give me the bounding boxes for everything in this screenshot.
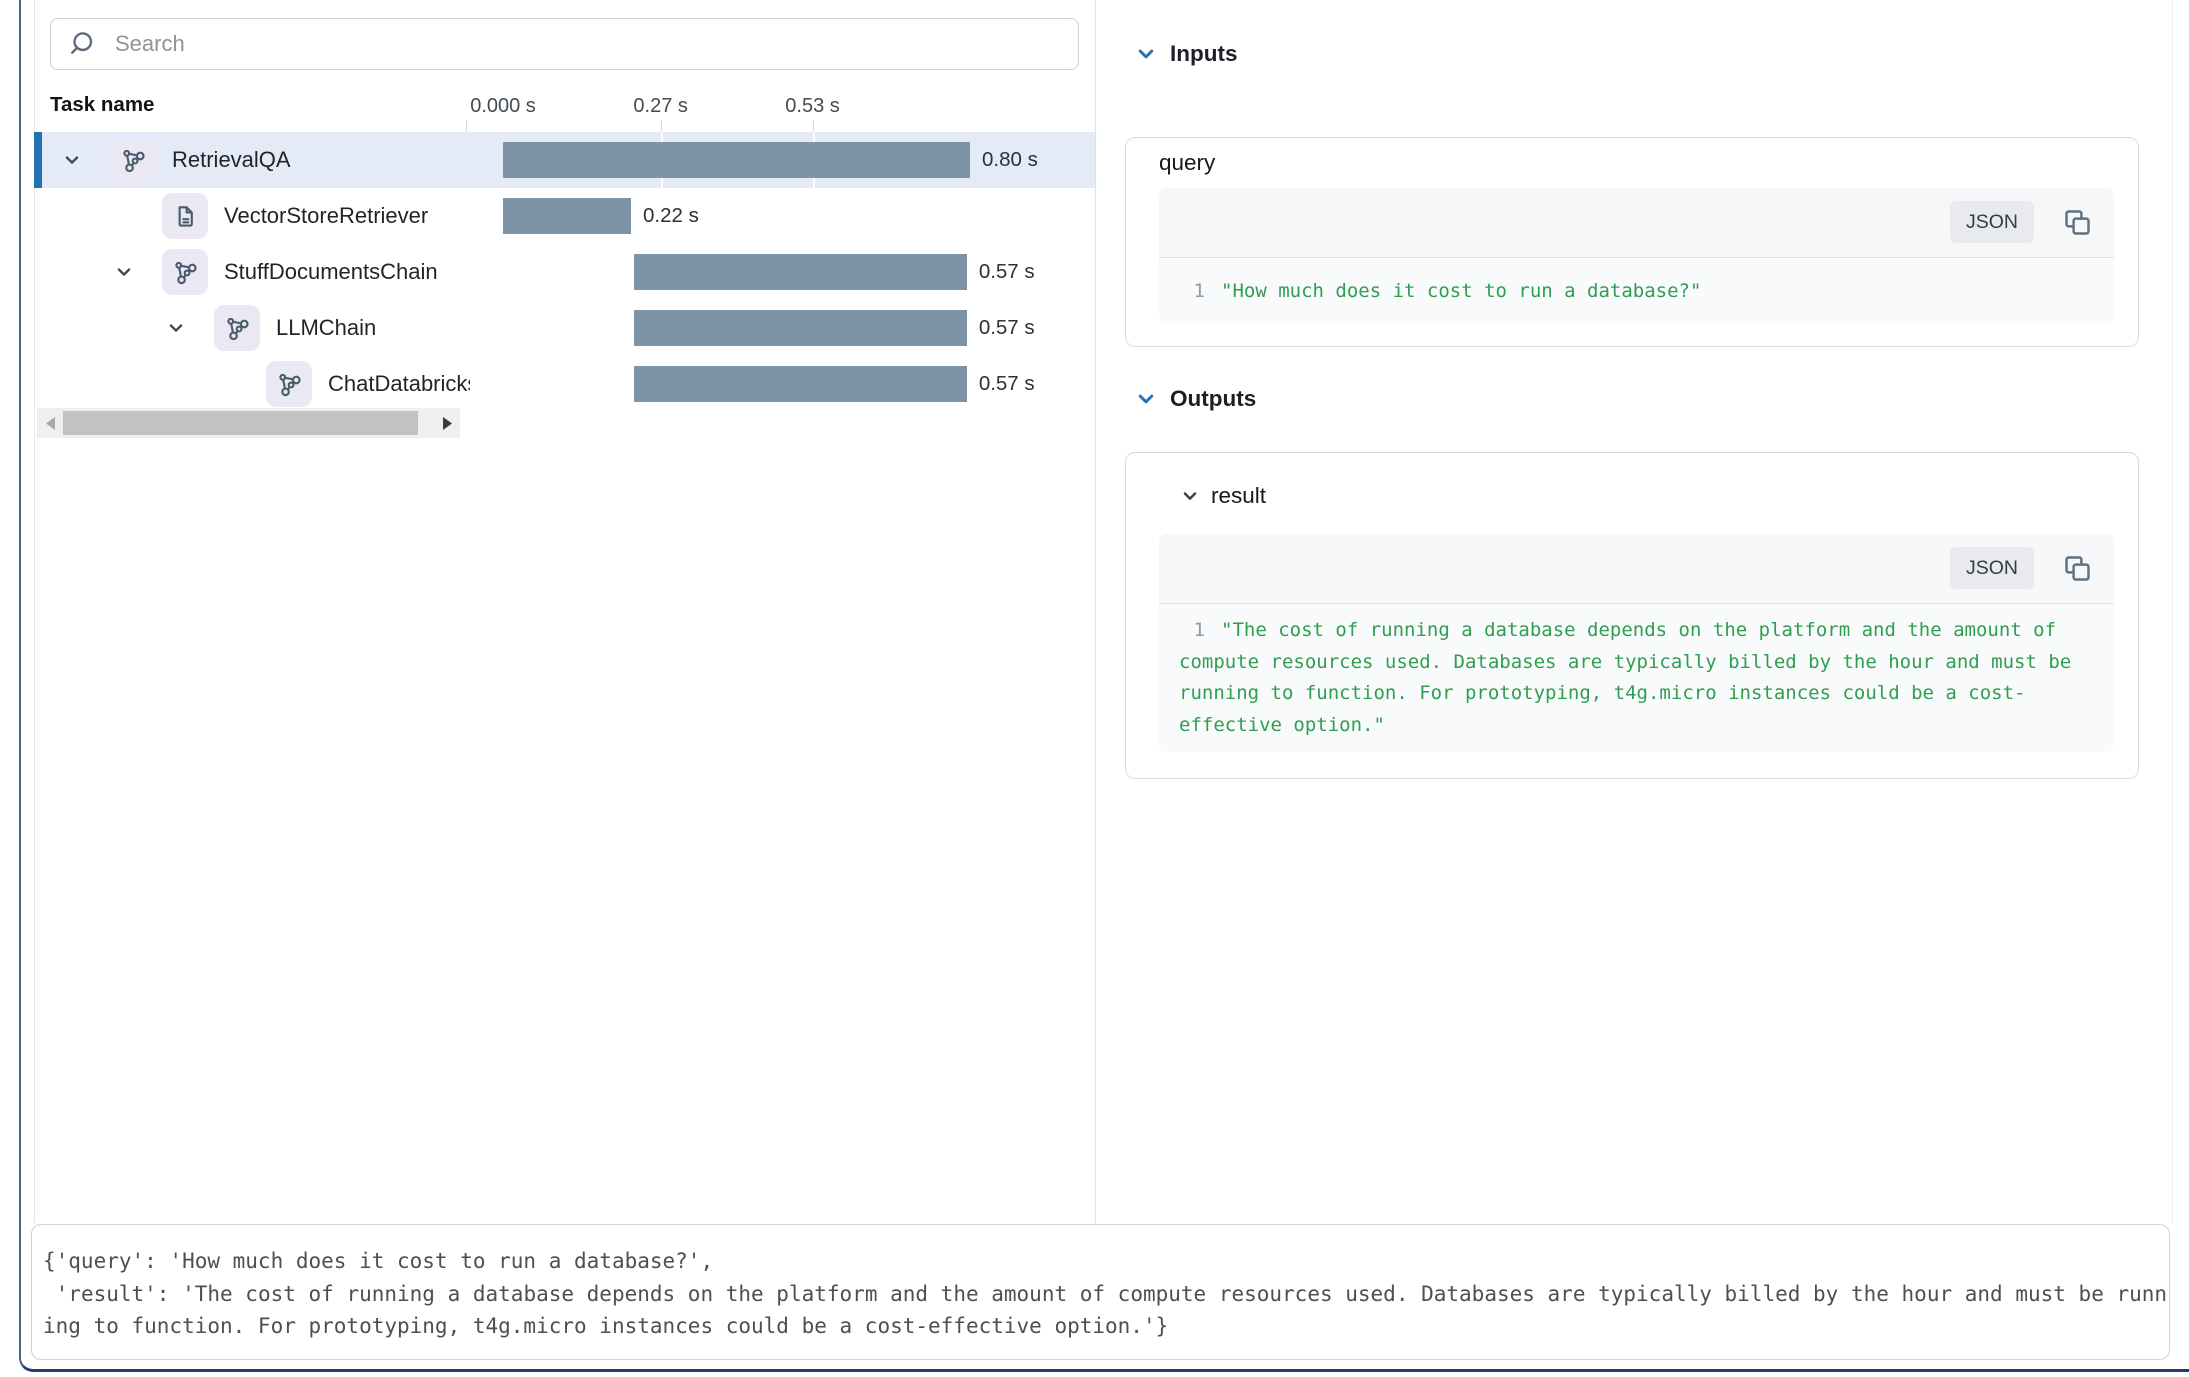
span-name: RetrievalQA	[172, 132, 470, 188]
span-name: StuffDocumentsChain	[224, 244, 470, 300]
duration-label: 0.22 s	[643, 188, 699, 244]
duration-label: 0.57 s	[979, 244, 1035, 300]
duration-bar[interactable]	[503, 198, 631, 234]
task-name-column-header: Task name	[50, 93, 154, 117]
duration-bar[interactable]	[634, 366, 967, 402]
code-content: 1"The cost of running a database depends…	[1159, 603, 2114, 752]
chain-span-icon	[214, 305, 260, 351]
chain-span-icon	[266, 361, 312, 407]
code-text: "The cost of running a database depends …	[1179, 619, 2083, 736]
search-bar	[50, 18, 1079, 70]
expand-chevron-icon[interactable]	[156, 319, 196, 337]
span-name: VectorStoreRetriever	[224, 188, 470, 244]
span-name: ChatDatabricks	[328, 356, 470, 412]
inputs-section-title: Inputs	[1170, 41, 1238, 67]
time-axis-tick-label: 0.53 s	[785, 95, 839, 118]
document-span-icon	[162, 193, 208, 239]
time-axis-tick-mark	[661, 120, 662, 132]
chevron-down-icon[interactable]	[1136, 389, 1156, 409]
chevron-down-icon[interactable]	[1136, 44, 1156, 64]
field-name: query	[1159, 150, 1215, 176]
duration-label: 0.57 s	[979, 300, 1035, 356]
span-name: LLMChain	[276, 300, 470, 356]
outputs-card: result JSON 1"The cost of running a databa…	[1125, 452, 2139, 779]
column-separator-tick	[466, 120, 467, 132]
code-block: JSON 1"The cost of running a database dep…	[1159, 534, 2114, 752]
json-format-button[interactable]: JSON	[1950, 201, 2034, 243]
duration-label: 0.80 s	[982, 132, 1038, 188]
horizontal-scrollbar[interactable]	[37, 408, 460, 438]
details-panel-right-border	[2172, 0, 2173, 1223]
chain-span-icon	[110, 137, 156, 183]
gantt-header: Task name 0.000 s 0.27 s 0.53 s	[34, 84, 1095, 132]
span-row-retrievalqa[interactable]: RetrievalQA 0.80 s	[34, 132, 1095, 188]
inputs-card: query JSON 1 "How much does it cost to run …	[1125, 137, 2139, 347]
chevron-down-icon[interactable]	[1181, 487, 1199, 505]
expand-chevron-icon[interactable]	[104, 263, 144, 281]
code-content: 1 "How much does it cost to run a databas…	[1159, 257, 2114, 324]
selected-row-accent	[34, 132, 42, 188]
time-axis-tick-label: 0.000 s	[470, 95, 536, 118]
outputs-section-title: Outputs	[1170, 386, 1256, 412]
search-input[interactable]	[50, 18, 1079, 70]
time-axis-tick-label: 0.27 s	[633, 95, 687, 118]
chain-span-icon	[162, 249, 208, 295]
trace-viewer-page: Task name 0.000 s 0.27 s 0.53 s RetrievalQ…	[0, 0, 2189, 1377]
json-format-button[interactable]: JSON	[1950, 547, 2034, 589]
duration-bar[interactable]	[634, 310, 967, 346]
expand-chevron-icon[interactable]	[52, 151, 92, 169]
code-block-toolbar: JSON	[1159, 188, 2114, 257]
duration-label: 0.57 s	[979, 356, 1035, 412]
copy-icon[interactable]	[2062, 207, 2093, 238]
line-number: 1	[1179, 275, 1205, 307]
outputs-section-header[interactable]: Outputs	[1136, 385, 1256, 413]
field-name-row[interactable]: result	[1181, 483, 2112, 509]
time-axis-tick-mark	[813, 120, 814, 132]
span-row-chatdatabricks[interactable]: ChatDatabricks 0.57 s	[34, 356, 1095, 412]
console-output-text: {'query': 'How much does it cost to run …	[32, 1225, 2169, 1359]
span-row-stuffdocumentschain[interactable]: StuffDocumentsChain 0.57 s	[34, 244, 1095, 300]
inputs-section-header[interactable]: Inputs	[1136, 40, 1238, 68]
copy-icon[interactable]	[2062, 553, 2093, 584]
duration-bar[interactable]	[634, 254, 967, 290]
code-text: "How much does it cost to run a database…	[1221, 280, 1701, 302]
panel-splitter[interactable]	[1095, 0, 1096, 1223]
duration-bar[interactable]	[503, 142, 970, 178]
code-block: JSON 1 "How much does it cost to run a dat…	[1159, 188, 2114, 324]
scroll-left-button[interactable]	[37, 408, 63, 438]
field-name-row: query	[1159, 150, 2112, 176]
line-number: 1	[1179, 615, 1205, 647]
code-block-toolbar: JSON	[1159, 534, 2114, 603]
scrollbar-thumb[interactable]	[63, 411, 418, 435]
field-name: result	[1211, 483, 1266, 509]
span-tree: RetrievalQA 0.80 s VectorStoreRetriever 0.2…	[34, 132, 1095, 412]
notebook-output-cell: {'query': 'How much does it cost to run …	[31, 1224, 2170, 1360]
span-row-llmchain[interactable]: LLMChain 0.57 s	[34, 300, 1095, 356]
scroll-right-button[interactable]	[434, 408, 460, 438]
span-row-vectorstoreretriever[interactable]: VectorStoreRetriever 0.22 s	[34, 188, 1095, 244]
